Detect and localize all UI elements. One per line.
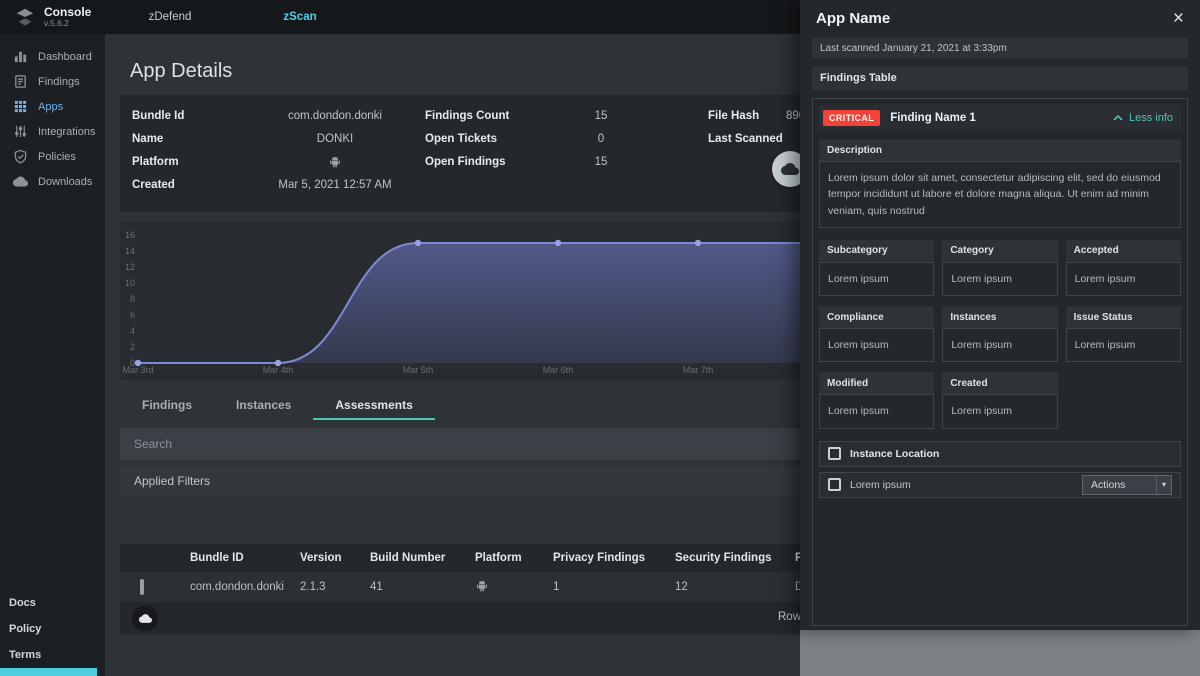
brand: Console v.5.6.2 [0,6,105,28]
bottom-accent-bar [0,668,97,676]
sidebar: Dashboard Findings Apps Integrations [0,34,105,676]
info-row-name: Name DONKI [132,127,430,150]
instance-location-row: Instance Location [819,441,1181,467]
findings-doc-icon [13,74,28,89]
brand-name: Console [44,6,91,18]
field-issue-status: Issue Status Lorem ipsum [1066,306,1181,362]
tab-assessments[interactable]: Assessments [313,392,434,420]
chevron-up-icon [1113,115,1123,121]
header-version: Version [300,552,370,564]
footer-link-terms[interactable]: Terms [9,649,41,661]
tab-zdefend[interactable]: zDefend [105,11,235,23]
android-icon [328,155,342,169]
sidebar-item-dashboard[interactable]: Dashboard [0,44,105,69]
sidebar-item-label: Apps [38,101,63,113]
logo-icon [14,6,36,28]
info-row-open-tickets: Open Tickets 0 [425,127,665,150]
info-row-findings-count: Findings Count 15 [425,104,665,127]
severity-badge: CRITICAL [823,110,880,126]
instance-row-label: Lorem ipsum [850,479,911,491]
header-build-number: Build Number [370,552,475,564]
drawer-title: App Name [816,10,890,27]
header-privacy-findings: Privacy Findings [553,552,675,564]
info-row-platform: Platform [132,150,430,173]
integrations-tune-icon [13,124,28,139]
cell-privacy-findings: 1 [553,581,675,593]
tab-zscan[interactable]: zScan [235,11,365,23]
bar-chart-icon [13,49,28,64]
drawer-header: App Name × [800,0,1200,36]
page-title: App Details [130,60,232,83]
description-section: Description Lorem ipsum dolor sit amet, … [819,139,1181,228]
field-compliance: Compliance Lorem ipsum [819,306,934,362]
field-category: Category Lorem ipsum [942,240,1057,296]
sidebar-item-label: Dashboard [38,51,92,63]
instance-location-checkbox[interactable] [828,447,841,460]
finding-fields-grid: Subcategory Lorem ipsum Category Lorem i… [819,240,1181,429]
sidebar-item-findings[interactable]: Findings [0,69,105,94]
info-row-open-findings: Open Findings 15 [425,150,665,173]
instance-location-label: Instance Location [850,448,939,460]
finding-name: Finding Name 1 [890,112,976,124]
header-bundle-id: Bundle ID [190,552,300,564]
tab-instances[interactable]: Instances [214,392,313,420]
sidebar-item-policies[interactable]: Policies [0,144,105,169]
findings-table-label: Findings Table [812,66,1188,90]
actions-dropdown[interactable]: Actions ▾ [1082,475,1172,495]
shield-check-icon [13,149,28,164]
cell-security-findings: 12 [675,581,795,593]
export-cloud-icon [139,612,152,625]
console-page: Console v.5.6.2 zDefend zScan Dashboard … [0,0,1200,676]
content-tabs: Findings Instances Assessments [120,392,435,420]
cell-platform [475,579,553,596]
export-table-button[interactable] [132,605,158,631]
footer-link-docs[interactable]: Docs [9,597,36,609]
last-scanned-bar: Last scanned January 21, 2021 at 3:33pm [812,38,1188,58]
description-label: Description [819,139,1181,161]
close-icon[interactable]: × [1173,9,1184,28]
field-modified: Modified Lorem ipsum [819,372,934,428]
instance-checkbox[interactable] [828,478,841,491]
info-row-created: Created Mar 5, 2021 12:57 AM [132,173,430,196]
sidebar-item-label: Downloads [38,176,92,188]
row-checkbox[interactable] [140,579,144,595]
field-instances: Instances Lorem ipsum [942,306,1057,362]
sidebar-item-label: Findings [38,76,80,88]
tab-findings[interactable]: Findings [120,392,214,420]
sidebar-item-apps[interactable]: Apps [0,94,105,119]
sidebar-item-integrations[interactable]: Integrations [0,119,105,144]
less-info-toggle[interactable]: Less info [1113,112,1177,124]
cell-build-number: 41 [370,581,475,593]
cell-version: 2.1.3 [300,581,370,593]
cloud-icon [13,174,28,189]
applied-filters-label: Applied Filters [134,474,210,488]
app-detail-drawer: App Name × Last scanned January 21, 2021… [800,0,1200,630]
cell-bundle-id: com.dondon.donki [190,581,300,593]
header-security-findings: Security Findings [675,552,795,564]
field-accepted: Accepted Lorem ipsum [1066,240,1181,296]
apps-grid-icon [13,99,28,114]
info-row-bundle-id: Bundle Id com.dondon.donki [132,104,430,127]
field-created: Created Lorem ipsum [942,372,1057,428]
footer-link-policy[interactable]: Policy [9,623,41,635]
caret-down-icon: ▾ [1156,476,1171,494]
brand-version: v.5.6.2 [44,18,91,28]
header-platform: Platform [475,552,553,564]
download-cloud-icon [781,160,799,178]
sidebar-item-label: Policies [38,151,76,163]
sidebar-item-label: Integrations [38,126,95,138]
page-background-gap [800,630,1200,676]
finding-row[interactable]: CRITICAL Finding Name 1 Less info [819,105,1181,131]
findings-container: CRITICAL Finding Name 1 Less info Descri… [812,98,1188,626]
android-icon [475,579,489,593]
field-subcategory: Subcategory Lorem ipsum [819,240,934,296]
sidebar-item-downloads[interactable]: Downloads [0,169,105,194]
description-text: Lorem ipsum dolor sit amet, consectetur … [819,161,1181,228]
instance-row: Lorem ipsum Actions ▾ [819,472,1181,498]
